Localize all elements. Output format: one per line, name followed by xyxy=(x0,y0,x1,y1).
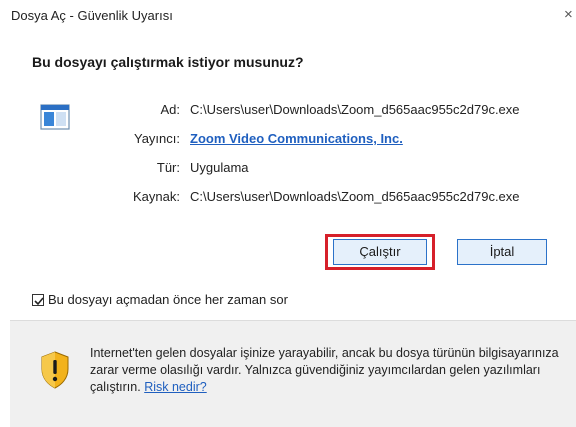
field-label-type: Tür: xyxy=(156,160,180,175)
dialog-main-panel: Bu dosyayı çalıştırmak istiyor musunuz? … xyxy=(10,34,576,320)
always-ask-row: Bu dosyayı açmadan önce her zaman sor xyxy=(32,292,288,307)
always-ask-checkbox[interactable] xyxy=(32,293,44,306)
field-label-name: Ad: xyxy=(160,102,180,117)
field-label-publisher: Yayıncı: xyxy=(133,131,180,146)
info-panel: Internet'ten gelen dosyalar işinize yara… xyxy=(10,321,576,427)
cancel-button[interactable]: İptal xyxy=(457,239,547,265)
field-value-source: C:\Users\user\Downloads\Zoom_d565aac955c… xyxy=(190,189,520,204)
info-message: Internet'ten gelen dosyalar işinize yara… xyxy=(90,345,570,396)
run-button[interactable]: Çalıştır xyxy=(333,239,427,265)
dialog-question: Bu dosyayı çalıştırmak istiyor musunuz? xyxy=(32,54,304,70)
always-ask-label: Bu dosyayı açmadan önce her zaman sor xyxy=(48,292,288,307)
security-shield-icon xyxy=(40,351,70,389)
window-title: Dosya Aç - Güvenlik Uyarısı xyxy=(11,8,173,23)
field-value-name: C:\Users\user\Downloads\Zoom_d565aac955c… xyxy=(190,102,520,117)
field-label-source: Kaynak: xyxy=(133,189,180,204)
publisher-link[interactable]: Zoom Video Communications, Inc. xyxy=(190,131,403,146)
field-value-type: Uygulama xyxy=(190,160,249,175)
checkmark-icon xyxy=(34,296,44,305)
security-warning-dialog: Dosya Aç - Güvenlik Uyarısı × Bu dosyayı… xyxy=(0,0,576,427)
risk-info-link[interactable]: Risk nedir? xyxy=(144,380,207,394)
close-icon[interactable]: × xyxy=(564,6,576,23)
title-bar: Dosya Aç - Güvenlik Uyarısı × xyxy=(0,0,576,34)
